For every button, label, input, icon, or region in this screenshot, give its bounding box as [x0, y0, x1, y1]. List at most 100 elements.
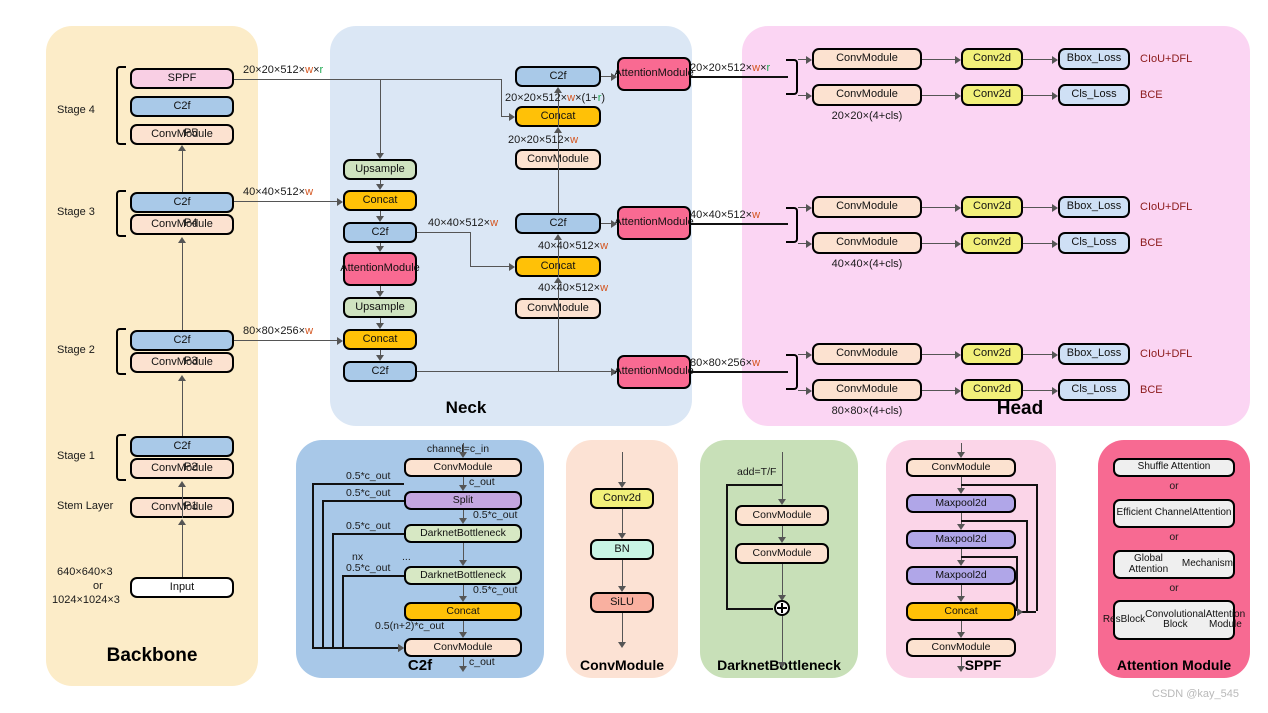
connector-line: [182, 150, 184, 192]
arrow-head: [806, 91, 812, 100]
convmodule-bn[interactable]: BN: [590, 539, 654, 560]
neck-attention-2[interactable]: Attention Module: [614, 206, 694, 240]
arrow-head: [178, 237, 186, 243]
arrow-head: [957, 666, 965, 672]
attention-or-0: or: [1169, 480, 1179, 492]
head-cls-loss-2[interactable]: Cls_Loss: [1058, 379, 1130, 401]
neck-upsample-1[interactable]: Upsample: [343, 159, 417, 180]
arrow-head: [778, 537, 786, 543]
arrow-head: [459, 666, 467, 672]
head-cls-conv2d-1[interactable]: Conv2d: [961, 232, 1023, 254]
attention-option-3[interactable]: ResBlock Convolutional Block Attention Mod…: [1103, 600, 1245, 640]
c2f-after-conv: c_out: [469, 476, 495, 488]
neck-c2f-1[interactable]: C2f: [343, 222, 417, 243]
connector-line: [332, 533, 404, 536]
backbone-stage4-sppf[interactable]: SPPF: [130, 68, 234, 89]
darknet-add-label: add=T/F: [737, 466, 777, 478]
head-split-bracket-2: [786, 354, 798, 390]
head-cls-loss-1[interactable]: Cls_Loss: [1058, 232, 1130, 254]
arrow-head: [459, 632, 467, 638]
head-bbox-convmodule-2[interactable]: ConvModule: [812, 343, 922, 365]
neck-attention-1[interactable]: Attention Module: [614, 57, 694, 91]
neck-c2f-top[interactable]: C2f: [515, 66, 601, 87]
connector-line: [691, 223, 788, 226]
connector-line: [726, 484, 782, 487]
arrow-head: [1052, 91, 1058, 100]
attention-option-2[interactable]: Global Attention Mechanism: [1113, 550, 1235, 579]
backbone-stage1-c2f[interactable]: C2f: [130, 436, 234, 457]
c2f-darknetbottleneck-1[interactable]: DarknetBottleneck: [404, 524, 522, 543]
sppf-maxpool-1[interactable]: Maxpool2d: [906, 494, 1016, 513]
c2f-convmodule-1[interactable]: ConvModule: [404, 458, 522, 477]
arrow-head: [618, 482, 626, 488]
head-bbox-conv2d-2[interactable]: Conv2d: [961, 343, 1023, 365]
head-bbox-loss-0[interactable]: Bbox_Loss: [1058, 48, 1130, 70]
head-bbox-conv2d-1[interactable]: Conv2d: [961, 196, 1023, 218]
head-bbox-convmodule-1[interactable]: ConvModule: [812, 196, 922, 218]
head-bbox-loss-2[interactable]: Bbox_Loss: [1058, 343, 1130, 365]
c2f-in-label: channel=c_in: [426, 443, 490, 455]
sppf-maxpool-2[interactable]: Maxpool2d: [906, 530, 1016, 549]
backbone-stage4-c2f[interactable]: C2f: [130, 96, 234, 117]
arrow-head: [376, 153, 384, 159]
sppf-maxpool-3[interactable]: Maxpool2d: [906, 566, 1016, 585]
backbone-stage3-label: Stage 3: [57, 206, 95, 218]
arrow-head: [618, 533, 626, 539]
backbone-stage4-convmodule[interactable]: ConvModule: [130, 124, 234, 145]
connector-line: [961, 484, 1036, 487]
arrow-head: [957, 488, 965, 494]
backbone-stage2-convmodule[interactable]: ConvModule: [130, 352, 234, 373]
head-bbox-conv2d-0[interactable]: Conv2d: [961, 48, 1023, 70]
head-cls-loss-0[interactable]: Cls_Loss: [1058, 84, 1130, 106]
connector-line: [782, 564, 784, 596]
connector-line: [380, 80, 382, 154]
backbone-stage1-convmodule[interactable]: ConvModule: [130, 458, 234, 479]
arrow-head: [806, 386, 812, 395]
backbone-stage2-c2f[interactable]: C2f: [130, 330, 234, 351]
convmodule-conv2d[interactable]: Conv2d: [590, 488, 654, 509]
neck-attention-3[interactable]: Attention Module: [614, 355, 694, 389]
connector-line: [332, 533, 335, 647]
neck-attention-left[interactable]: Attention Module: [340, 252, 420, 286]
arrow-head: [778, 662, 786, 668]
darknet-convmodule-2[interactable]: ConvModule: [735, 543, 829, 564]
sppf-convmodule-2[interactable]: ConvModule: [906, 638, 1016, 657]
connector-line: [342, 575, 404, 578]
convmodule-silu[interactable]: SiLU: [590, 592, 654, 613]
head-output-shape-0: 20×20×(4+cls): [831, 110, 903, 122]
head-bbox-loss-1[interactable]: Bbox_Loss: [1058, 196, 1130, 218]
head-cls-convmodule-1[interactable]: ConvModule: [812, 232, 922, 254]
c2f-darknetbottleneck-2[interactable]: DarknetBottleneck: [404, 566, 522, 585]
c2f-concat[interactable]: Concat: [404, 602, 522, 621]
backbone-stage3-c2f[interactable]: C2f: [130, 192, 234, 213]
backbone-stage1-label: Stage 1: [57, 450, 95, 462]
head-bbox-convmodule-0[interactable]: ConvModule: [812, 48, 922, 70]
c2f-skip-4: 0.5*c_out: [346, 562, 391, 574]
arrow-head: [1052, 55, 1058, 64]
arrow-head: [1017, 607, 1023, 616]
c2f-split[interactable]: Split: [404, 491, 522, 510]
attention-option-1[interactable]: Efficient Channel Attention: [1113, 499, 1235, 528]
sppf-convmodule-1[interactable]: ConvModule: [906, 458, 1016, 477]
head-cls-conv2d-0[interactable]: Conv2d: [961, 84, 1023, 106]
sppf-concat[interactable]: Concat: [906, 602, 1016, 621]
arrow-head: [957, 452, 965, 458]
head-cls-convmodule-0[interactable]: ConvModule: [812, 84, 922, 106]
darknet-convmodule-1[interactable]: ConvModule: [735, 505, 829, 526]
neck-c2f-2[interactable]: C2f: [343, 361, 417, 382]
neck-concat-2[interactable]: Concat: [343, 329, 417, 350]
head-cls-convmodule-2[interactable]: ConvModule: [812, 379, 922, 401]
c2f-split-out: 0.5*c_out: [473, 509, 518, 521]
backbone-stage3-convmodule[interactable]: ConvModule: [130, 214, 234, 235]
head-cls-conv2d-2[interactable]: Conv2d: [961, 379, 1023, 401]
arrow-head: [806, 203, 812, 212]
neck-concat-1[interactable]: Concat: [343, 190, 417, 211]
attention-option-0[interactable]: Shuffle Attention: [1113, 458, 1235, 477]
arrow-head: [618, 586, 626, 592]
connector-line: [322, 500, 404, 503]
neck-upsample-2[interactable]: Upsample: [343, 297, 417, 318]
connector-line: [1016, 556, 1019, 611]
neck-c2f-mid[interactable]: C2f: [515, 213, 601, 234]
backbone-input[interactable]: Input: [130, 577, 234, 598]
c2f-convmodule-2[interactable]: ConvModule: [404, 638, 522, 657]
